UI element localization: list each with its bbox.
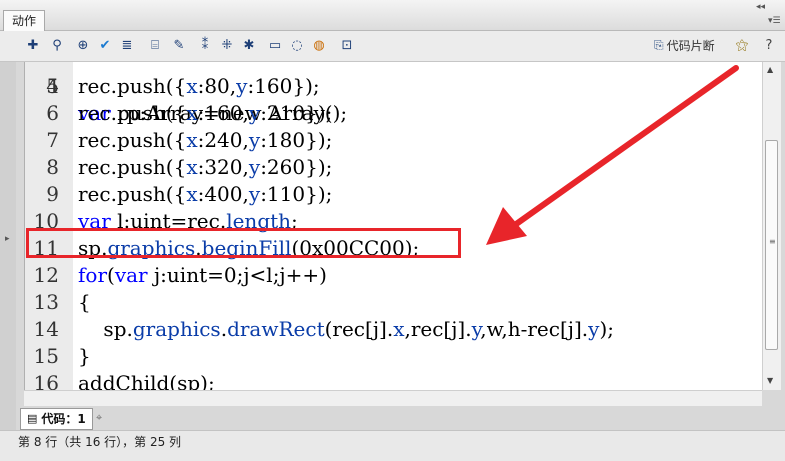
- script-file-icon: ▤: [27, 412, 38, 425]
- scroll-down-icon[interactable]: ▼: [767, 376, 773, 385]
- horizontal-scrollbar[interactable]: [24, 390, 762, 407]
- pin-script-icon[interactable]: ⌖: [96, 411, 102, 425]
- scroll-thumb[interactable]: ≡: [765, 140, 778, 350]
- vertical-scrollbar[interactable]: ▲ ≡ ▼: [762, 62, 781, 390]
- status-bar: 第 8 行（共 16 行），第 25 列: [0, 430, 785, 461]
- scroll-up-icon[interactable]: ▲: [767, 65, 773, 74]
- code-tab-label: 代码：1: [41, 412, 86, 426]
- tab-code-1[interactable]: ▤ 代码：1: [20, 408, 93, 430]
- script-tabs: ▤ 代码：1 ⌖: [16, 406, 785, 430]
- thumb-grip-icon: ≡: [769, 237, 776, 246]
- cursor-position-text: 第 8 行（共 16 行），第 25 列: [18, 435, 182, 449]
